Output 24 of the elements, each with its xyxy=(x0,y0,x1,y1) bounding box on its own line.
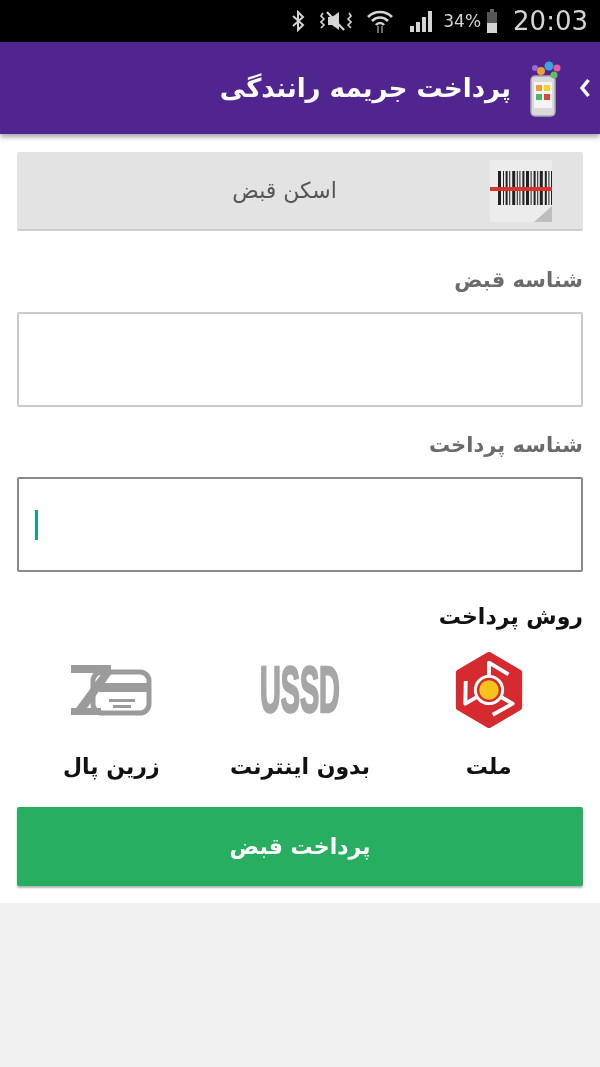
mute-vibrate-icon xyxy=(320,10,353,32)
battery-percent: 34% xyxy=(443,11,482,31)
wifi-icon xyxy=(366,9,395,33)
payment-option-label: بدون اینترنت xyxy=(229,753,371,782)
ussd-logo[interactable]: USSD xyxy=(260,659,340,721)
barcode-icon xyxy=(490,159,552,222)
payment-option-label: ملت xyxy=(465,753,512,781)
field-label: شناسه پرداخت xyxy=(428,432,583,459)
field-label: شناسه قبض xyxy=(454,267,583,294)
bluetooth-icon xyxy=(291,10,306,32)
signal-icon xyxy=(409,10,434,32)
letter-z-card-icon[interactable] xyxy=(69,662,154,718)
clock-time: 20:03 xyxy=(513,6,588,36)
scan-button[interactable]: اسکن قبض xyxy=(17,152,583,231)
input-field[interactable] xyxy=(17,312,583,407)
phone-apps-icon xyxy=(527,59,563,117)
input-field[interactable] xyxy=(17,477,583,572)
text-cursor-icon xyxy=(35,509,38,540)
pay-button[interactable]: پرداخت قبض xyxy=(17,807,583,886)
battery-icon xyxy=(486,9,499,33)
section-heading: روش پرداخت xyxy=(438,603,583,632)
back-button[interactable] xyxy=(579,78,591,98)
payment-option-label: زرین پال xyxy=(63,753,160,782)
screen-title: پرداخت جریمه رانندگی xyxy=(219,72,511,106)
